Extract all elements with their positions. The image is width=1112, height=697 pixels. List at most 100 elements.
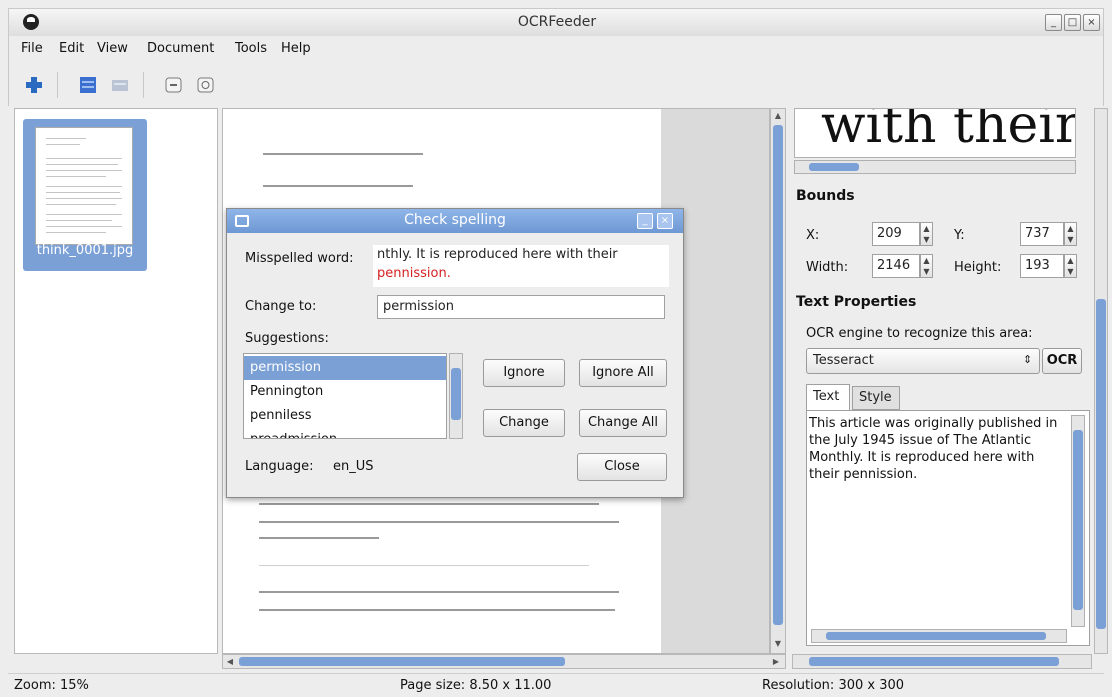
height-label: Height: xyxy=(954,260,1002,275)
misspelled-context: nthly. It is reproduced here with their … xyxy=(373,245,669,287)
menu-edit[interactable]: Edit xyxy=(59,41,84,56)
suggestion-item[interactable]: penniless xyxy=(244,404,446,428)
zoom-in-icon[interactable] xyxy=(195,74,217,96)
menu-view[interactable]: View xyxy=(97,41,128,56)
menu-tools[interactable]: Tools xyxy=(235,41,267,56)
zoom-out-icon[interactable] xyxy=(163,74,185,96)
add-icon[interactable] xyxy=(23,74,45,96)
resolution-status: Resolution: 300 x 300 xyxy=(762,678,905,693)
panel-vertical-scrollbar[interactable] xyxy=(1094,108,1108,654)
dialog-title: Check spelling xyxy=(404,212,506,228)
width-stepper[interactable]: ▲ ▼ xyxy=(920,254,933,278)
scroll-down-arrow[interactable]: ▼ xyxy=(772,637,784,651)
change-to-label: Change to: xyxy=(245,299,317,314)
scroll-left-arrow[interactable]: ◀ xyxy=(223,655,237,669)
close-button[interactable]: × xyxy=(1083,14,1100,31)
menu-file[interactable]: File xyxy=(21,41,43,56)
dialog-minimize-button[interactable]: _ xyxy=(637,213,653,229)
dialog-close-button[interactable]: × xyxy=(657,213,673,229)
maximize-button[interactable]: □ xyxy=(1064,14,1081,31)
area-preview: with their p xyxy=(794,108,1076,158)
text-properties-title: Text Properties xyxy=(796,294,917,310)
panel-horizontal-scrollbar[interactable] xyxy=(792,654,1092,669)
scrollbar-thumb[interactable] xyxy=(1096,299,1106,629)
window-title: OCRFeeder xyxy=(517,14,597,30)
close-dialog-button[interactable]: Close xyxy=(577,453,667,481)
scroll-right-arrow[interactable]: ▶ xyxy=(769,655,783,669)
page-vertical-scrollbar[interactable]: ▲ ▼ xyxy=(770,108,786,654)
scrollbar-thumb[interactable] xyxy=(773,125,783,625)
x-stepper[interactable]: ▲ ▼ xyxy=(920,222,933,246)
suggestions-label: Suggestions: xyxy=(245,331,329,346)
ocr-engine-select[interactable]: Tesseract ⇕ xyxy=(806,348,1040,374)
status-bar: Zoom: 15% Page size: 8.50 x 11.00 Resolu… xyxy=(8,673,1104,697)
ignore-all-button[interactable]: Ignore All xyxy=(579,359,667,387)
scroll-up-arrow[interactable]: ▲ xyxy=(772,109,784,123)
thumbnail-image xyxy=(35,127,133,245)
suggestion-item[interactable]: Pennington xyxy=(244,380,446,404)
properties-panel: with their p Bounds X: 209 ▲▼ Y: 737 ▲▼ … xyxy=(790,108,1106,654)
scrollbar-thumb[interactable] xyxy=(1073,430,1083,610)
bounds-title: Bounds xyxy=(796,188,855,204)
suggestions-scrollbar[interactable] xyxy=(449,353,463,439)
y-label: Y: xyxy=(954,228,965,243)
check-spelling-dialog: Check spelling _ × Misspelled word: nthl… xyxy=(226,208,684,498)
page-horizontal-scrollbar[interactable]: ◀ ▶ xyxy=(222,654,786,669)
page-text-line xyxy=(259,537,379,539)
x-field[interactable]: 209 xyxy=(872,222,920,246)
dialog-title-bar: Check spelling _ × xyxy=(227,209,683,233)
menu-bar: File Edit View Document Tools Help xyxy=(8,36,1104,62)
menu-help[interactable]: Help xyxy=(281,41,311,56)
scrollbar-thumb[interactable] xyxy=(451,368,461,420)
height-field[interactable]: 193 xyxy=(1020,254,1064,278)
change-to-input[interactable]: permission xyxy=(377,295,665,319)
toolbar-separator xyxy=(57,72,58,98)
thumbnail-label: think_0001.jpg xyxy=(36,243,134,258)
y-field[interactable]: 737 xyxy=(1020,222,1064,246)
tab-text[interactable]: Text xyxy=(806,384,850,410)
suggestion-item[interactable]: preadmission xyxy=(244,428,446,438)
page-text-line xyxy=(263,185,413,187)
ocr-engine-value: Tesseract xyxy=(813,353,874,368)
text-vertical-scrollbar[interactable] xyxy=(1071,415,1085,627)
title-bar: OCRFeeder _ □ × xyxy=(8,8,1104,36)
page-text-line xyxy=(259,609,615,611)
page-divider xyxy=(259,565,589,566)
misspelled-word: pennission. xyxy=(377,266,451,281)
page-thumbnail[interactable]: think_0001.jpg xyxy=(23,119,147,271)
page-text-line xyxy=(259,591,619,593)
select-areas-icon[interactable] xyxy=(77,74,99,96)
minimize-button[interactable]: _ xyxy=(1045,14,1062,31)
thumbnail-panel: think_0001.jpg xyxy=(14,108,218,654)
menu-document[interactable]: Document xyxy=(147,41,214,56)
y-stepper[interactable]: ▲ ▼ xyxy=(1064,222,1077,246)
height-stepper[interactable]: ▲ ▼ xyxy=(1064,254,1077,278)
text-editor-frame: This article was originally published in… xyxy=(806,410,1090,646)
suggestions-list[interactable]: permission Pennington penniless preadmis… xyxy=(243,353,447,439)
scrollbar-thumb[interactable] xyxy=(826,632,1046,640)
chevron-updown-icon: ⇕ xyxy=(1023,353,1033,366)
toolbar-separator xyxy=(143,72,144,98)
ignore-button[interactable]: Ignore xyxy=(483,359,565,387)
tab-style[interactable]: Style xyxy=(852,386,900,410)
page-size-status: Page size: 8.50 x 11.00 xyxy=(400,678,552,693)
language-value: en_US xyxy=(333,459,374,474)
area-preview-text: with their p xyxy=(821,108,1076,155)
change-all-button[interactable]: Change All xyxy=(579,409,667,437)
width-field[interactable]: 2146 xyxy=(872,254,920,278)
misspelled-context-text: nthly. It is reproduced here with their xyxy=(377,247,618,262)
page-text-line xyxy=(259,521,619,523)
recognize-icon[interactable] xyxy=(109,74,131,96)
text-horizontal-scrollbar[interactable] xyxy=(811,629,1067,643)
misspelled-word-label: Misspelled word: xyxy=(245,251,354,266)
ocr-button[interactable]: OCR xyxy=(1042,348,1082,374)
text-area[interactable]: This article was originally published in… xyxy=(809,415,1059,483)
change-button[interactable]: Change xyxy=(483,409,565,437)
scrollbar-thumb[interactable] xyxy=(809,657,1059,666)
ocr-engine-label: OCR engine to recognize this area: xyxy=(806,326,1033,341)
scrollbar-thumb[interactable] xyxy=(809,163,859,171)
page-text-line xyxy=(263,153,423,155)
preview-horizontal-scrollbar[interactable] xyxy=(794,160,1076,174)
suggestion-item[interactable]: permission xyxy=(244,356,446,380)
scrollbar-thumb[interactable] xyxy=(239,657,565,666)
